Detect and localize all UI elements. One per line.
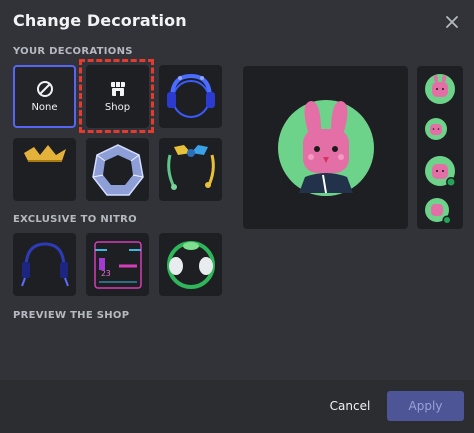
- none-label: None: [31, 102, 58, 113]
- crystal-frame-decoration-icon: [91, 143, 144, 196]
- decoration-crown-tile[interactable]: [13, 138, 76, 201]
- avatar-mini-preview-status-small: [425, 198, 452, 225]
- avatar-mini-preview-large: [425, 74, 455, 104]
- apply-button[interactable]: Apply: [387, 391, 464, 421]
- fairy-wings-decoration-icon: [166, 144, 215, 190]
- neon-headphones-decoration-icon: [20, 241, 69, 286]
- ban-icon: [36, 81, 53, 97]
- avatar-mini-preview-status: [425, 156, 456, 187]
- gold-crown-decoration-icon: [23, 144, 66, 162]
- decoration-none-tile[interactable]: None: [13, 65, 76, 128]
- avatar-preview-panel: [243, 66, 408, 229]
- section-your-decorations: YOUR DECORATIONS: [13, 46, 133, 57]
- decoration-clouds-tile[interactable]: [159, 233, 222, 296]
- shop-label: Shop: [104, 102, 131, 113]
- modal-title: Change Decoration: [13, 11, 187, 30]
- avatar-preview: [277, 99, 374, 196]
- mini-preview-column: [417, 66, 463, 229]
- section-preview-shop: PREVIEW THE SHOP: [13, 310, 130, 321]
- close-icon: [446, 16, 458, 28]
- section-exclusive-nitro: EXCLUSIVE TO NITRO: [13, 214, 137, 225]
- close-button[interactable]: [440, 10, 464, 34]
- change-decoration-modal: Change Decoration YOUR DECORATIONS None …: [0, 0, 474, 433]
- headphones-decoration-icon: [166, 73, 215, 118]
- green-cloud-ring-decoration-icon: [166, 240, 215, 289]
- decoration-nitro-headphones-tile[interactable]: [13, 233, 76, 296]
- shop-icon: [110, 82, 125, 96]
- decoration-headphones-blue-tile[interactable]: [159, 65, 222, 128]
- svg-text:23: 23: [101, 269, 111, 278]
- decoration-crystal-tile[interactable]: [86, 138, 149, 201]
- cyber-hud-decoration-icon: 23: [93, 240, 142, 289]
- cancel-button[interactable]: Cancel: [326, 391, 374, 421]
- decoration-fairy-tile[interactable]: [159, 138, 222, 201]
- avatar-mini-preview-small: [425, 118, 447, 140]
- decoration-cyber-tile[interactable]: 23: [86, 233, 149, 296]
- decoration-shop-tile[interactable]: Shop: [86, 65, 149, 128]
